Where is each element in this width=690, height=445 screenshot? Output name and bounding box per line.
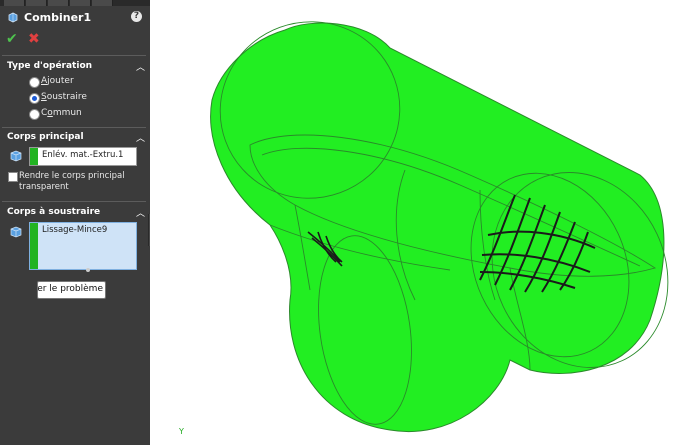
configuration-tab[interactable] [48, 0, 69, 6]
chevron-up-icon[interactable]: ︿ [136, 60, 145, 73]
section-title-operation: Type d'opération [7, 61, 93, 71]
solid-body-icon [10, 226, 22, 238]
body-color-bar [30, 223, 38, 269]
ok-button[interactable]: ✔ [6, 32, 20, 46]
radio-button[interactable] [29, 109, 40, 120]
list-resize-handle[interactable] [86, 268, 90, 272]
subtract-body-item[interactable]: Lissage-Mince9 [42, 225, 107, 235]
divider [2, 127, 146, 128]
section-title-subtract-bodies: Corps à soustraire [7, 207, 101, 217]
property-manager-panel: Combiner1 ? ✔ ✖ Type d'opération ︿ Ajout… [0, 0, 150, 445]
main-body-value: Enlév. mat.-Extru.1 [42, 150, 124, 160]
transparent-checkbox[interactable] [8, 172, 18, 182]
feature-tree-tab[interactable] [4, 0, 25, 6]
checkmark-icon: ✔ [6, 31, 18, 47]
cancel-button[interactable]: ✖ [28, 32, 42, 46]
subtract-bodies-list[interactable]: Lissage-Mince9 [29, 222, 137, 270]
divider [2, 201, 146, 202]
accelerator-letter: S [41, 92, 47, 102]
section-title-main-body: Corps principal [7, 132, 84, 142]
radio-label: Commun [41, 108, 82, 118]
body-color-bar [30, 148, 38, 165]
divider [2, 55, 146, 56]
main-body-field[interactable]: Enlév. mat.-Extru.1 [29, 147, 137, 166]
radio-label: Ajouter [41, 76, 74, 86]
display-manager-tab[interactable] [92, 0, 113, 6]
feature-title: Combiner1 [24, 11, 92, 24]
help-icon[interactable]: ? [131, 11, 142, 22]
accelerator-letter: o [47, 108, 53, 118]
solid-body-icon [10, 150, 22, 162]
tooltip-text: fficher le problème [37, 284, 103, 294]
axis-triad-label: Y [179, 427, 184, 436]
body-silhouette [210, 22, 665, 432]
x-icon: ✖ [28, 31, 40, 47]
chevron-up-icon[interactable]: ︿ [136, 131, 145, 144]
radio-label: Soustraire [41, 92, 87, 102]
graphics-viewport[interactable]: Y [150, 0, 690, 445]
dimxpert-tab[interactable] [70, 0, 91, 6]
transparent-checkbox-label: Rendre le corps principal transparent [19, 171, 125, 192]
accelerator-letter: A [41, 76, 48, 86]
radio-button[interactable] [29, 77, 40, 88]
tooltip: fficher le problème [37, 281, 106, 299]
chevron-up-icon[interactable]: ︿ [136, 206, 145, 219]
property-manager-tab[interactable] [26, 0, 47, 6]
radio-button[interactable] [29, 93, 40, 104]
feature-title-row: Combiner1 ? [8, 10, 142, 26]
combine-feature-icon [8, 12, 18, 23]
combined-solid-model[interactable] [150, 0, 690, 445]
manager-tab-bar [0, 0, 150, 6]
